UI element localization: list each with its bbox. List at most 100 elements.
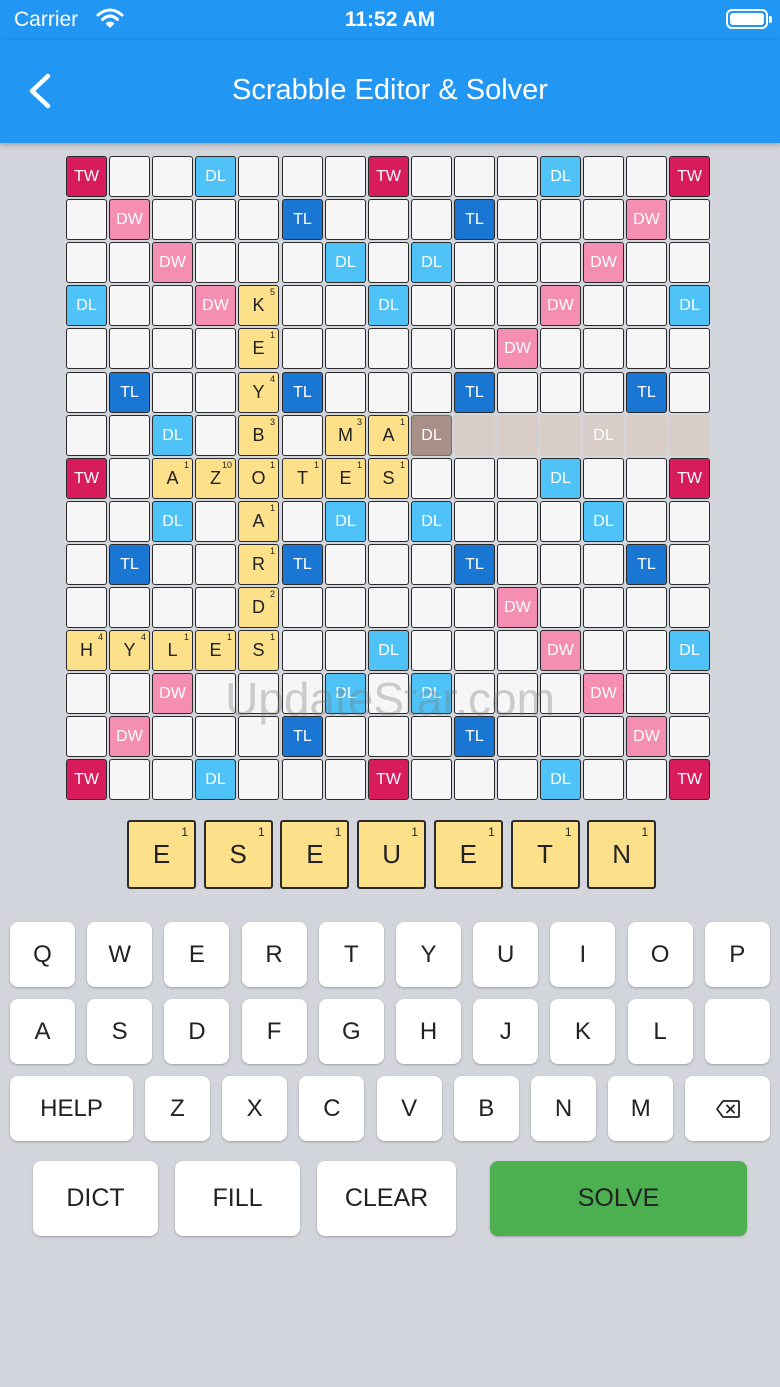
highlighted-cell[interactable] (454, 415, 495, 456)
key-y[interactable]: Y (396, 922, 461, 987)
board-cell[interactable] (497, 372, 538, 413)
board-cell[interactable] (583, 156, 624, 197)
board-cell[interactable] (282, 587, 323, 628)
board-cell[interactable] (411, 759, 452, 800)
board-cell[interactable] (583, 458, 624, 499)
board-cell[interactable]: TL (282, 544, 323, 585)
dict-button[interactable]: DICT (33, 1161, 158, 1236)
board-tile[interactable]: A1 (152, 458, 193, 499)
board-cell[interactable] (66, 372, 107, 413)
board-cell[interactable] (454, 328, 495, 369)
board-cell[interactable] (540, 372, 581, 413)
board-cell[interactable]: DL (583, 501, 624, 542)
board-cell[interactable]: TW (368, 156, 409, 197)
board-cell[interactable] (411, 199, 452, 240)
board-cell[interactable] (540, 544, 581, 585)
board-cell[interactable] (583, 587, 624, 628)
board-cell[interactable] (66, 544, 107, 585)
solve-button[interactable]: SOLVE (490, 1161, 747, 1236)
board-cell[interactable] (109, 759, 150, 800)
board-cell[interactable] (282, 415, 323, 456)
board-cell[interactable] (583, 328, 624, 369)
board-tile[interactable]: D2 (238, 587, 279, 628)
board-cell[interactable] (109, 328, 150, 369)
key-p[interactable]: P (704, 922, 770, 987)
highlighted-cell[interactable] (497, 415, 538, 456)
board-cell[interactable] (195, 716, 236, 757)
key-c[interactable]: C (299, 1076, 365, 1141)
rack-tile[interactable]: T1 (510, 820, 580, 889)
board-cell[interactable] (368, 673, 409, 714)
board-cell[interactable]: TL (626, 544, 667, 585)
board-cell[interactable]: DL (669, 630, 710, 671)
board-cell[interactable] (152, 372, 193, 413)
board-cell[interactable] (152, 199, 193, 240)
board-cell[interactable] (66, 199, 107, 240)
board-tile[interactable]: E1 (238, 328, 279, 369)
board-cell[interactable]: DW (540, 630, 581, 671)
key-j[interactable]: J (473, 999, 539, 1064)
board-cell[interactable] (411, 716, 452, 757)
board-tile[interactable]: E1 (195, 630, 236, 671)
board-cell[interactable] (540, 673, 581, 714)
board-cell[interactable] (669, 242, 710, 283)
board-cell[interactable]: DW (583, 242, 624, 283)
key-z[interactable]: Z (145, 1076, 210, 1141)
board-cell[interactable]: TL (454, 544, 495, 585)
board-cell[interactable] (152, 759, 193, 800)
board-cell[interactable]: TL (626, 372, 667, 413)
board-cell[interactable] (66, 587, 107, 628)
board-cell[interactable]: DW (109, 716, 150, 757)
board-cell[interactable]: DW (195, 285, 236, 326)
board-cell[interactable]: DW (152, 673, 193, 714)
key-f[interactable]: F (241, 999, 307, 1064)
board-cell[interactable] (626, 759, 667, 800)
board-cell[interactable] (626, 156, 667, 197)
board-cell[interactable] (497, 156, 538, 197)
board-cell[interactable] (497, 544, 538, 585)
board-tile[interactable]: L1 (152, 630, 193, 671)
board-tile[interactable]: A1 (368, 415, 409, 456)
board-cell[interactable] (325, 285, 366, 326)
key-l[interactable]: L (627, 999, 693, 1064)
board-cell[interactable] (540, 501, 581, 542)
key-r[interactable]: R (241, 922, 307, 987)
board-cell[interactable] (626, 587, 667, 628)
board-cell[interactable]: DW (540, 285, 581, 326)
board-tile[interactable]: T1 (282, 458, 323, 499)
board-cell[interactable]: TL (282, 199, 323, 240)
board-cell[interactable]: DL (195, 759, 236, 800)
board-cell[interactable] (109, 415, 150, 456)
board-cell[interactable] (195, 501, 236, 542)
board-tile[interactable]: A1 (238, 501, 279, 542)
board-cell[interactable] (497, 759, 538, 800)
board-cell[interactable] (497, 716, 538, 757)
board-cell[interactable] (368, 501, 409, 542)
board-cell[interactable] (109, 285, 150, 326)
board-cell[interactable] (282, 630, 323, 671)
board-cell[interactable] (669, 544, 710, 585)
board-cell[interactable] (109, 501, 150, 542)
board-cell[interactable] (152, 716, 193, 757)
board-cell[interactable] (626, 630, 667, 671)
board-cell[interactable]: TW (669, 156, 710, 197)
board-cell[interactable] (454, 587, 495, 628)
key-k[interactable]: K (550, 999, 616, 1064)
board-cell[interactable] (626, 242, 667, 283)
board-cell[interactable]: DL (152, 415, 193, 456)
board-cell[interactable] (109, 156, 150, 197)
selected-cell[interactable]: DL (411, 415, 452, 456)
board-cell[interactable] (368, 716, 409, 757)
key-d[interactable]: D (164, 999, 230, 1064)
board-cell[interactable] (540, 328, 581, 369)
board-cell[interactable] (368, 372, 409, 413)
rack-tile[interactable]: U1 (357, 820, 427, 889)
board-cell[interactable]: TL (282, 716, 323, 757)
board-cell[interactable] (669, 501, 710, 542)
board-cell[interactable]: DW (626, 716, 667, 757)
board-cell[interactable] (669, 372, 710, 413)
board-tile[interactable]: E1 (325, 458, 366, 499)
board-cell[interactable] (195, 544, 236, 585)
board-cell[interactable] (66, 328, 107, 369)
board-cell[interactable]: DW (497, 328, 538, 369)
